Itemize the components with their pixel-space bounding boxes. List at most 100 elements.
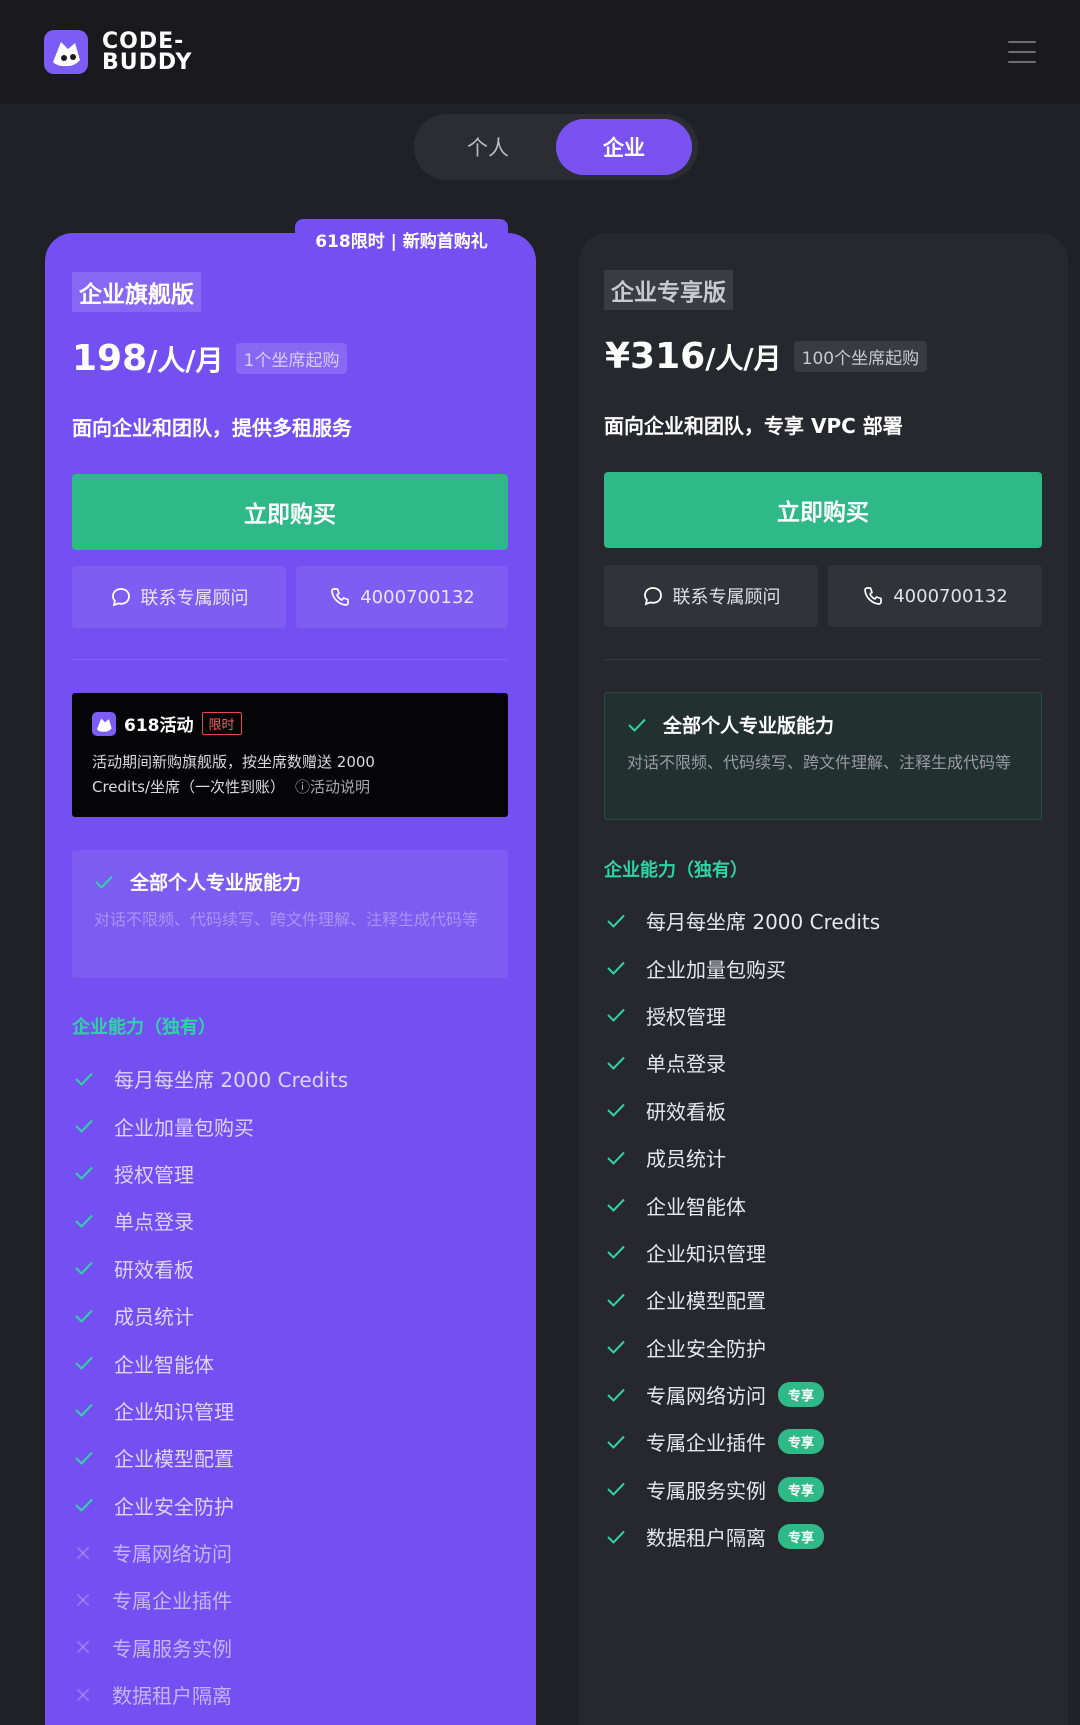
feature-item: 数据租户隔离: [74, 1671, 348, 1718]
check-icon: [75, 1451, 93, 1465]
feature-text: 企业知识管理: [646, 1241, 766, 1266]
feature-text: 数据租户隔离: [646, 1526, 766, 1551]
promo-tag: 618限时 | 新购首购礼: [295, 219, 508, 259]
check-icon: [75, 1356, 93, 1370]
feature-item: 研效看板: [74, 1245, 348, 1292]
event-description: 活动期间新购旗舰版，按坐席数赠送 2000 Credits/坐席（一次性到账） ⓘ…: [92, 753, 375, 796]
feature-text: 专属网络访问: [112, 1542, 232, 1567]
feature-item: 专属服务实例: [74, 1624, 348, 1671]
feature-list-flagship: 每月每坐席 2000 Credits 企业加量包购买 授权管理 单点登录 研效看板 成员统…: [74, 1055, 348, 1718]
seat-badge-exclusive: 100个坐席起购: [793, 341, 928, 372]
exclusive-badge: 专享: [778, 1429, 825, 1455]
feature-text: 每月每坐席 2000 Credits: [646, 910, 881, 935]
feature-text: 专属企业插件: [646, 1431, 766, 1456]
feature-item: 专属服务实例 专享: [606, 1466, 880, 1513]
phone-button-exclusive[interactable]: 4000700132: [828, 565, 1042, 627]
divider-exclusive: [604, 659, 1042, 660]
check-icon: [607, 1483, 625, 1497]
feature-text: 专属服务实例: [112, 1636, 232, 1661]
feature-text: 单点登录: [646, 1052, 726, 1077]
phone-icon: [864, 587, 883, 605]
chat-bubble-icon: [643, 587, 662, 606]
plan-name-flagship: 企业旗舰版: [72, 272, 201, 312]
price-row-flagship: 198/人/月 1个坐席起购: [72, 338, 348, 379]
buy-now-button-exclusive[interactable]: 立即购买: [604, 472, 1042, 548]
feature-item: 成员统计: [606, 1134, 880, 1181]
feature-text: 数据租户隔离: [112, 1684, 232, 1709]
hamburger-menu-icon[interactable]: [1008, 41, 1036, 63]
price-row-exclusive: ¥316/人/月 100个坐席起购: [605, 336, 928, 377]
divider-flagship: [72, 659, 508, 660]
feature-item: 企业模型配置: [74, 1434, 348, 1481]
check-icon: [607, 1104, 625, 1118]
feature-text: 每月每坐席 2000 Credits: [114, 1068, 349, 1093]
event-618-box: 618活动 限时 活动期间新购旗舰版，按坐席数赠送 2000 Credits/坐…: [72, 693, 508, 817]
feature-item: 企业加量包购买: [606, 944, 880, 991]
buy-now-button-flagship[interactable]: 立即购买: [72, 474, 508, 550]
feature-item: 企业知识管理: [606, 1229, 880, 1276]
personal-pro-features-box-flagship: 全部个人专业版能力 对话不限频、代码续写、跨文件理解、注释生成代码等: [72, 850, 508, 978]
feature-text: 企业智能体: [646, 1194, 746, 1219]
seat-badge-flagship: 1个坐席起购: [235, 343, 348, 374]
feature-item: 专属企业插件 专享: [606, 1418, 880, 1465]
toggle-personal[interactable]: 个人: [420, 119, 556, 175]
feature-item: 专属企业插件: [74, 1576, 348, 1623]
feature-item: 企业模型配置: [606, 1276, 880, 1323]
check-icon: [607, 1530, 625, 1544]
cross-icon: [74, 1591, 92, 1609]
feature-item: 企业智能体: [74, 1339, 348, 1386]
feature-text: 企业知识管理: [114, 1399, 234, 1424]
feature-text: 授权管理: [114, 1162, 194, 1187]
check-icon: [607, 961, 625, 976]
feature-item: 研效看板: [606, 1087, 880, 1134]
plan-description-flagship: 面向企业和团队，提供多租服务: [72, 416, 352, 440]
event-title: 618活动: [124, 716, 194, 736]
feature-text: 企业智能体: [114, 1352, 214, 1377]
cross-icon: [74, 1638, 92, 1656]
exclusive-badge: 专享: [778, 1382, 825, 1408]
logo-mark-icon: [44, 30, 88, 74]
codebuddy-logo[interactable]: CODE- BUDDY: [44, 30, 193, 74]
feature-item: 每月每坐席 2000 Credits: [74, 1055, 348, 1102]
check-icon: [607, 914, 625, 928]
phone-icon: [331, 588, 350, 606]
check-icon: [75, 1167, 93, 1181]
feature-text: 专属网络访问: [646, 1384, 766, 1409]
check-icon: [75, 1262, 93, 1276]
feature-item: 单点登录: [74, 1197, 348, 1244]
feature-text: 企业加量包购买: [646, 957, 786, 982]
cross-icon: [74, 1544, 92, 1562]
check-icon: [607, 1198, 625, 1212]
limited-badge: 限时: [201, 712, 242, 735]
contact-advisor-button-exclusive[interactable]: 联系专属顾问: [604, 565, 818, 627]
check-icon: [607, 1435, 625, 1449]
enterprise-capabilities-label-flagship: 企业能力（独有）: [72, 1017, 216, 1038]
feature-item: 企业安全防护: [74, 1482, 348, 1529]
check-icon: [607, 1151, 625, 1165]
check-icon: [75, 1309, 93, 1323]
phone-label: 4000700132: [893, 585, 1008, 607]
feature-text: 研效看板: [114, 1257, 194, 1282]
feature-item: 授权管理: [74, 1150, 348, 1197]
event-info-link[interactable]: ⓘ活动说明: [295, 778, 370, 796]
check-icon: [607, 1341, 625, 1355]
feature-text: 成员统计: [646, 1147, 726, 1172]
toggle-enterprise[interactable]: 企业: [556, 119, 692, 175]
feature-text: 企业模型配置: [646, 1289, 766, 1314]
enterprise-capabilities-label-exclusive: 企业能力（独有）: [604, 860, 748, 881]
price-exclusive: ¥316/人/月: [605, 336, 782, 377]
feature-text: 授权管理: [646, 1004, 726, 1029]
feature-text: 企业安全防护: [114, 1494, 234, 1519]
contact-advisor-label: 联系专属顾问: [140, 588, 249, 609]
feature-item: 每月每坐席 2000 Credits: [606, 897, 880, 944]
check-icon: [95, 875, 113, 889]
pricing-page: CODE- BUDDY 个人 企业 618限时 | 新购首购礼 企业旗舰版 19…: [0, 0, 1080, 1725]
feature-list-exclusive: 每月每坐席 2000 Credits 企业加量包购买 授权管理单点登录研效看板成员统…: [606, 897, 880, 1560]
phone-button-flagship[interactable]: 4000700132: [296, 566, 508, 628]
feature-text: 专属服务实例: [646, 1478, 766, 1503]
chat-bubble-icon: [111, 588, 130, 607]
plan-type-toggle: 个人 企业: [414, 114, 698, 180]
plan-name-exclusive: 企业专享版: [604, 270, 733, 310]
check-icon: [607, 1056, 625, 1070]
contact-advisor-button-flagship[interactable]: 联系专属顾问: [72, 566, 286, 628]
